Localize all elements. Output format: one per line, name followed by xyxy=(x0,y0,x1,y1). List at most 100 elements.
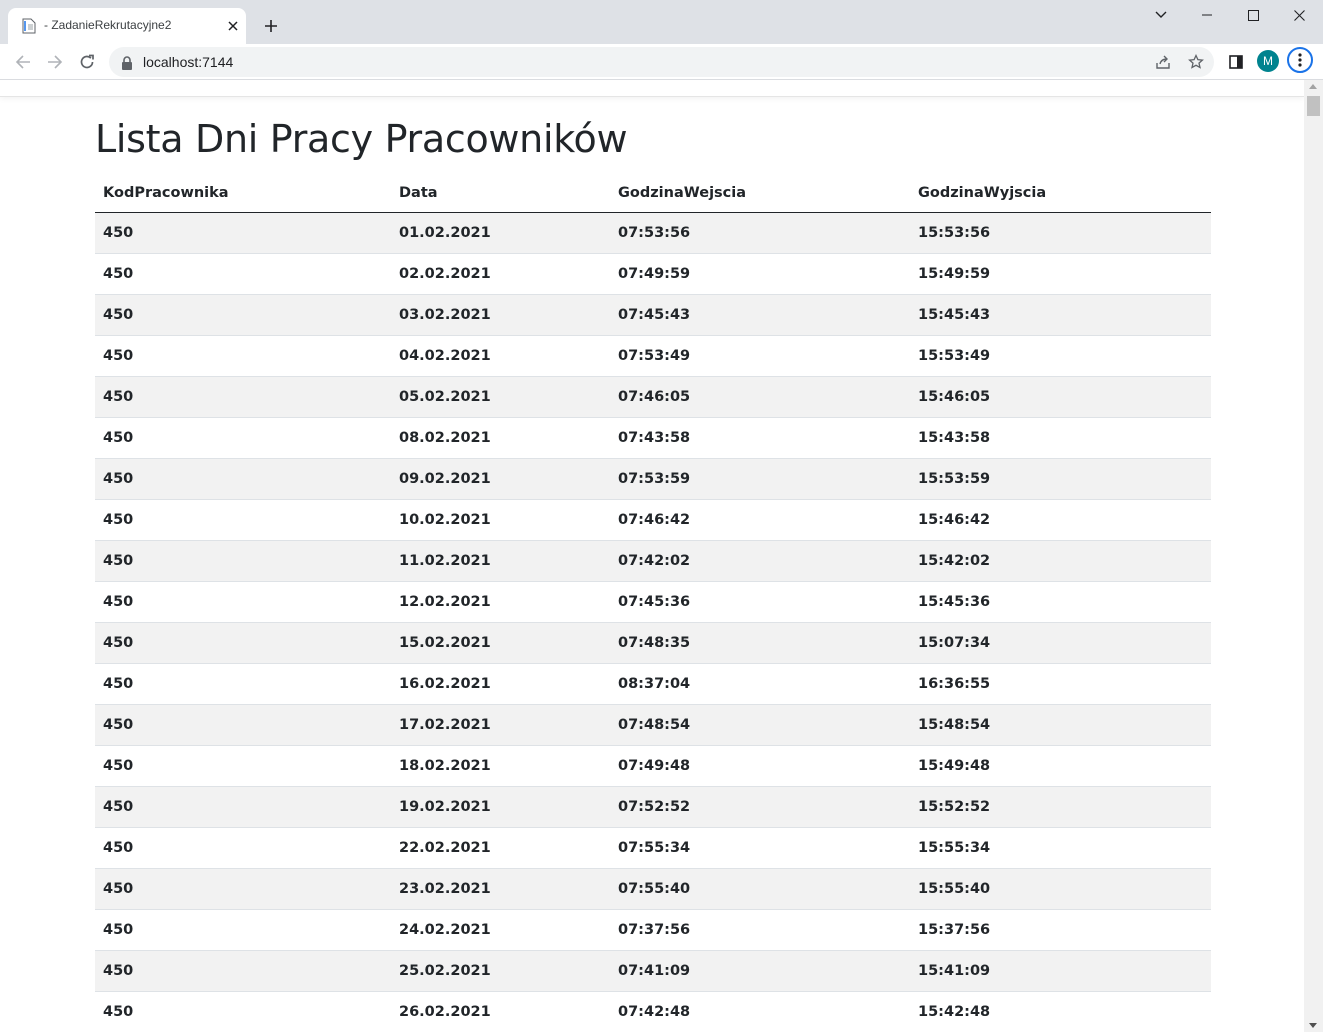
table-row: 450 15.02.2021 07:48:35 15:07:34 xyxy=(95,622,1211,664)
reload-icon[interactable] xyxy=(73,48,101,76)
scroll-up-arrow-icon[interactable] xyxy=(1309,84,1317,89)
share-icon[interactable] xyxy=(1153,52,1173,72)
godzina-wyjscia-cell: 15:42:48 xyxy=(910,991,1211,1032)
godzina-wyjscia-cell: 15:55:40 xyxy=(910,868,1211,910)
browser-toolbar: localhost:7144 xyxy=(0,44,1323,80)
main-content: Lista Dni Pracy Pracowników KodPracownik… xyxy=(95,115,1211,1032)
data-cell: 03.02.2021 xyxy=(391,294,610,336)
godzina-wyjscia-cell: 16:36:55 xyxy=(910,663,1211,705)
data-cell: 26.02.2021 xyxy=(391,991,610,1032)
data-cell: 11.02.2021 xyxy=(391,540,610,582)
data-cell: 25.02.2021 xyxy=(391,950,610,992)
table-row: 450 05.02.2021 07:46:05 15:46:05 xyxy=(95,376,1211,418)
data-cell: 09.02.2021 xyxy=(391,458,610,500)
godzina-wyjscia-cell: 15:46:42 xyxy=(910,499,1211,541)
kod-pracownika-cell: 450 xyxy=(95,212,391,254)
kod-pracownika-cell: 450 xyxy=(95,909,391,951)
table-row: 450 03.02.2021 07:45:43 15:45:43 xyxy=(95,294,1211,336)
profile-avatar[interactable]: M xyxy=(1257,50,1279,72)
table-header-row: KodPracownika Data GodzinaWejscia Godzin… xyxy=(95,174,1211,213)
data-cell: 08.02.2021 xyxy=(391,417,610,459)
table-row: 450 16.02.2021 08:37:04 16:36:55 xyxy=(95,663,1211,705)
browser-tab[interactable]: - ZadanieRekrutacyjne2 xyxy=(8,8,246,44)
forward-arrow-icon[interactable] xyxy=(41,48,69,76)
godzina-wejscia-cell: 07:43:58 xyxy=(610,417,910,459)
site-header xyxy=(0,80,1304,97)
data-cell: 05.02.2021 xyxy=(391,376,610,418)
data-cell: 04.02.2021 xyxy=(391,335,610,377)
vertical-scrollbar[interactable] xyxy=(1304,80,1323,1032)
godzina-wyjscia-cell: 15:37:56 xyxy=(910,909,1211,951)
page-viewport: Lista Dni Pracy Pracowników KodPracownik… xyxy=(0,80,1304,1032)
godzina-wyjscia-cell: 15:43:58 xyxy=(910,417,1211,459)
godzina-wejscia-cell: 07:49:59 xyxy=(610,253,910,295)
column-header-data: Data xyxy=(391,174,610,213)
godzina-wejscia-cell: 07:55:40 xyxy=(610,868,910,910)
godzina-wyjscia-cell: 15:55:34 xyxy=(910,827,1211,869)
kod-pracownika-cell: 450 xyxy=(95,376,391,418)
data-cell: 10.02.2021 xyxy=(391,499,610,541)
address-bar[interactable]: localhost:7144 xyxy=(109,47,1214,77)
tab-search-chevron-icon[interactable] xyxy=(1138,0,1184,30)
godzina-wejscia-cell: 08:37:04 xyxy=(610,663,910,705)
kod-pracownika-cell: 450 xyxy=(95,622,391,664)
column-header-godzina-wejscia: GodzinaWejscia xyxy=(610,174,910,213)
godzina-wejscia-cell: 07:46:05 xyxy=(610,376,910,418)
godzina-wejscia-cell: 07:52:52 xyxy=(610,786,910,828)
star-icon[interactable] xyxy=(1186,52,1206,72)
table-row: 450 09.02.2021 07:53:59 15:53:59 xyxy=(95,458,1211,500)
table-row: 450 19.02.2021 07:52:52 15:52:52 xyxy=(95,786,1211,828)
godzina-wejscia-cell: 07:53:59 xyxy=(610,458,910,500)
lock-icon[interactable] xyxy=(121,55,133,70)
data-cell: 19.02.2021 xyxy=(391,786,610,828)
godzina-wyjscia-cell: 15:49:48 xyxy=(910,745,1211,787)
plus-icon[interactable] xyxy=(259,14,283,38)
table-row: 450 23.02.2021 07:55:40 15:55:40 xyxy=(95,868,1211,910)
godzina-wejscia-cell: 07:41:09 xyxy=(610,950,910,992)
kebab-menu-icon[interactable] xyxy=(1287,47,1313,73)
url-text[interactable]: localhost:7144 xyxy=(143,54,233,70)
close-icon[interactable] xyxy=(224,17,242,35)
back-arrow-icon[interactable] xyxy=(9,48,37,76)
godzina-wejscia-cell: 07:55:34 xyxy=(610,827,910,869)
godzina-wyjscia-cell: 15:53:49 xyxy=(910,335,1211,377)
godzina-wejscia-cell: 07:42:48 xyxy=(610,991,910,1032)
table-row: 450 17.02.2021 07:48:54 15:48:54 xyxy=(95,704,1211,746)
data-cell: 23.02.2021 xyxy=(391,868,610,910)
page-favicon-icon xyxy=(22,18,36,34)
godzina-wejscia-cell: 07:37:56 xyxy=(610,909,910,951)
godzina-wejscia-cell: 07:45:43 xyxy=(610,294,910,336)
kod-pracownika-cell: 450 xyxy=(95,458,391,500)
table-row: 450 26.02.2021 07:42:48 15:42:48 xyxy=(95,991,1211,1032)
kod-pracownika-cell: 450 xyxy=(95,745,391,787)
maximize-icon[interactable] xyxy=(1230,0,1276,30)
table-row: 450 12.02.2021 07:45:36 15:45:36 xyxy=(95,581,1211,623)
scrollbar-thumb[interactable] xyxy=(1307,96,1320,116)
data-cell: 02.02.2021 xyxy=(391,253,610,295)
table-row: 450 04.02.2021 07:53:49 15:53:49 xyxy=(95,335,1211,377)
godzina-wejscia-cell: 07:53:49 xyxy=(610,335,910,377)
minimize-icon[interactable] xyxy=(1184,0,1230,30)
godzina-wyjscia-cell: 15:45:36 xyxy=(910,581,1211,623)
kod-pracownika-cell: 450 xyxy=(95,253,391,295)
godzina-wejscia-cell: 07:48:35 xyxy=(610,622,910,664)
godzina-wejscia-cell: 07:42:02 xyxy=(610,540,910,582)
kod-pracownika-cell: 450 xyxy=(95,868,391,910)
godzina-wyjscia-cell: 15:46:05 xyxy=(910,376,1211,418)
kod-pracownika-cell: 450 xyxy=(95,499,391,541)
table-row: 450 18.02.2021 07:49:48 15:49:48 xyxy=(95,745,1211,787)
scroll-down-arrow-icon[interactable] xyxy=(1309,1023,1317,1028)
side-panel-icon[interactable] xyxy=(1222,48,1250,76)
godzina-wejscia-cell: 07:53:56 xyxy=(610,212,910,254)
kod-pracownika-cell: 450 xyxy=(95,663,391,705)
godzina-wejscia-cell: 07:46:42 xyxy=(610,499,910,541)
table-row: 450 22.02.2021 07:55:34 15:55:34 xyxy=(95,827,1211,869)
godzina-wyjscia-cell: 15:48:54 xyxy=(910,704,1211,746)
table-row: 450 02.02.2021 07:49:59 15:49:59 xyxy=(95,253,1211,295)
kod-pracownika-cell: 450 xyxy=(95,991,391,1032)
kod-pracownika-cell: 450 xyxy=(95,827,391,869)
godzina-wyjscia-cell: 15:53:56 xyxy=(910,212,1211,254)
kod-pracownika-cell: 450 xyxy=(95,581,391,623)
table-row: 450 01.02.2021 07:53:56 15:53:56 xyxy=(95,212,1211,254)
window-close-icon[interactable] xyxy=(1276,0,1322,30)
